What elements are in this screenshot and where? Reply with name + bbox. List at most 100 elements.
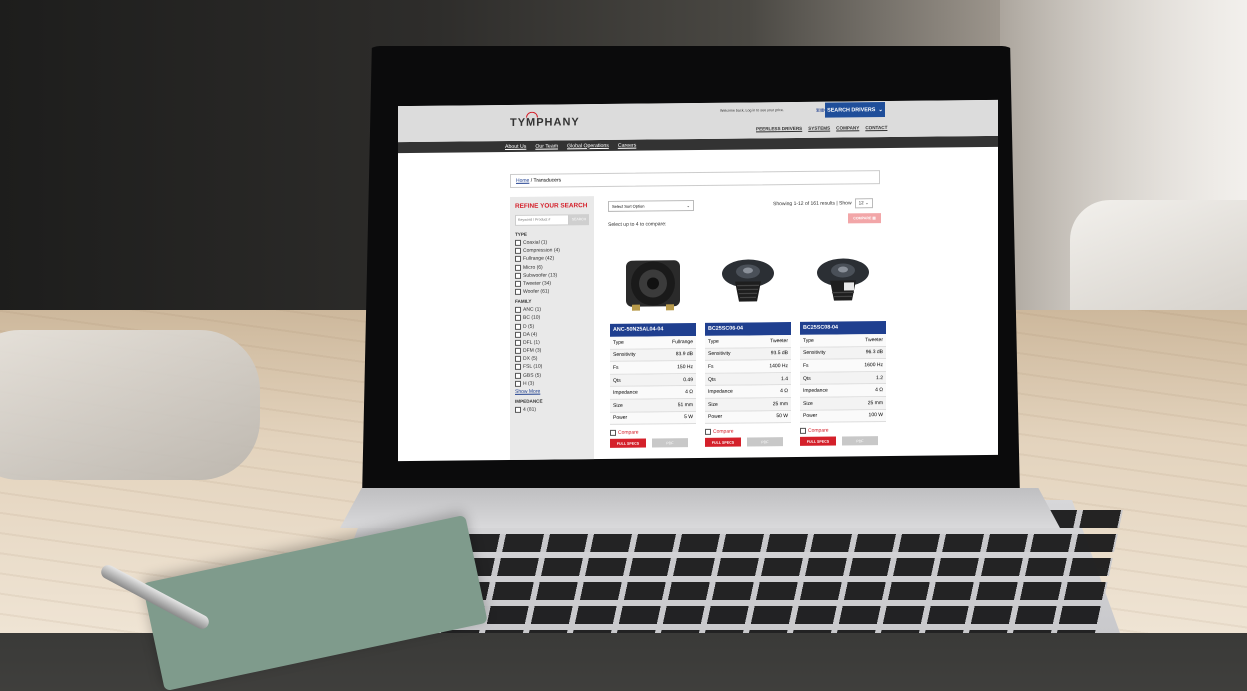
checkbox[interactable] [515,406,521,413]
filter-option-type[interactable]: Subwoofer (13) [515,272,589,279]
filter-option-family[interactable]: H (3) [515,380,589,387]
product-card: BC25SC06-04 Type Tweeter Sensitivity 93.5 … [705,242,791,448]
spec-row: Fs 1400 Hz [705,360,791,374]
filter-sidebar: REFINE YOUR SEARCH Keyword / Product # S… [510,196,594,462]
subnav-global-operations[interactable]: Global Operations [567,142,609,148]
product-card: ANC-50N25AL04-04 Type Fullrange Sensitivi… [610,243,696,449]
spec-row: Sensitivity 96.3 dB [800,346,886,361]
spec-row: Sensitivity 83.9 dB [610,348,696,363]
site-logo[interactable]: TYMPHANY [510,111,580,129]
spec-row: Sensitivity 93.5 dB [705,347,791,362]
compare-checkbox[interactable]: Compare [800,427,886,435]
full-specs-button[interactable]: FULL SPECS [610,438,646,449]
spec-row: Type Fullrange [610,336,696,350]
keyword-search-button[interactable]: SEARCH [569,214,589,226]
spec-row: Size 25 mm [800,396,886,411]
filter-option-type[interactable]: Woofer (61) [515,288,589,296]
product-title[interactable]: ANC-50N25AL04-04 [610,323,696,337]
filter-group-type-title: TYPE [515,231,527,237]
product-title[interactable]: BC25SC08-04 [800,321,886,335]
filter-option-family[interactable]: ANC (1) [515,306,589,314]
breadcrumb-current: Transducers [533,177,562,184]
checkbox[interactable] [515,323,521,330]
nav-contact[interactable]: CONTACT [865,125,887,130]
nav-peerless-drivers[interactable]: PEERLESS DRIVERS [756,126,802,131]
checkbox[interactable] [800,428,806,435]
chevron-down-icon: ⌄ [878,106,883,113]
checkbox[interactable] [515,331,521,338]
subnav-about-us[interactable]: About Us [505,143,526,149]
sort-select[interactable]: Select Sort Option ⌄ [608,200,694,212]
laptop-keys [396,510,1124,633]
filter-option-type[interactable]: Compression (4) [515,247,589,255]
product-title[interactable]: BC25SC06-04 [705,322,791,336]
spec-row: Power 5 W [610,411,696,426]
breadcrumb-home[interactable]: Home [516,178,529,184]
product-card: BC25SC08-04 Type Tweeter Sensitivity 96.3 … [800,241,886,447]
filter-option-family[interactable]: DFL (1) [515,339,589,346]
checkbox[interactable] [515,248,521,255]
spec-row: Fs 1600 Hz [800,359,886,373]
pdf-button[interactable]: PDF [652,438,688,448]
checkbox[interactable] [515,239,521,246]
filter-option-family[interactable]: DFM (3) [515,347,589,354]
checkbox[interactable] [515,256,521,263]
checkbox[interactable] [515,364,521,371]
filter-option-family[interactable]: FSL (10) [515,364,589,371]
laptop-screen: TYMPHANY Welcome back, Log in to see you… [398,99,998,462]
compare-button[interactable]: COMPARE ▤ [848,213,881,224]
full-specs-button[interactable]: FULL SPECS [705,437,741,448]
compare-checkbox[interactable]: Compare [610,429,696,437]
checkbox[interactable] [515,339,521,346]
search-drivers-button[interactable]: SEARCH DRIVERS ⌄ [825,102,885,118]
nav-systems[interactable]: SYSTEMS [808,126,830,131]
spec-row: Qts 1.2 [800,371,886,386]
checkbox[interactable] [515,264,521,271]
filter-group-family-title: FAMILY [515,298,532,305]
spec-row: Qts 0.49 [610,373,696,388]
checkbox[interactable] [515,315,521,322]
filter-option-type[interactable]: Tweeter (34) [515,280,589,287]
spec-row: Type Tweeter [800,334,886,348]
filter-option-family[interactable]: DX (5) [515,355,589,363]
nav-company[interactable]: COMPANY [836,125,859,130]
subnav-our-team[interactable]: Our Team [535,143,558,149]
checkbox[interactable] [515,372,521,379]
filter-option-family[interactable]: D (5) [515,323,589,330]
pdf-button[interactable]: PDF [842,436,878,446]
filter-option-family[interactable]: GBS (5) [515,372,589,379]
show-more-link[interactable]: Show More [515,388,589,395]
filter-option-impedance[interactable]: 4 (81) [515,406,589,413]
product-actions: FULL SPECS PDF [610,438,696,449]
full-specs-button[interactable]: FULL SPECS [800,436,836,447]
spec-row: Size 51 mm [610,398,696,413]
checkbox[interactable] [515,288,521,296]
filter-option-type[interactable]: Coaxial (1) [515,239,589,246]
filter-option-type[interactable]: Micro (6) [515,264,589,271]
spec-row: Type Tweeter [705,335,791,349]
pdf-button[interactable]: PDF [747,437,783,447]
keyword-search: Keyword / Product # SEARCH [515,214,589,226]
spec-row: Fs 150 Hz [610,361,696,375]
product-actions: FULL SPECS PDF [800,436,886,447]
site-header: TYMPHANY Welcome back, Log in to see you… [398,99,998,143]
product-image[interactable] [800,241,886,322]
checkbox[interactable] [515,306,521,314]
product-image[interactable] [705,242,791,323]
filter-option-family[interactable]: BC (10) [515,314,589,322]
checkbox[interactable] [515,347,521,354]
checkbox[interactable] [705,429,711,436]
product-image[interactable] [610,243,696,324]
filter-option-family[interactable]: DA (4) [515,331,589,338]
checkbox[interactable] [515,280,521,287]
filter-option-type[interactable]: Fullrange (42) [515,256,589,263]
compare-checkbox[interactable]: Compare [705,428,791,436]
checkbox[interactable] [515,272,521,279]
compare-icon: ▤ [872,216,876,221]
checkbox[interactable] [610,430,616,437]
subnav-careers[interactable]: Careers [618,142,636,148]
per-page-select[interactable]: 12 ⌄ [854,198,873,209]
keyword-input[interactable]: Keyword / Product # [515,214,569,226]
checkbox[interactable] [515,356,521,363]
checkbox[interactable] [515,380,521,387]
